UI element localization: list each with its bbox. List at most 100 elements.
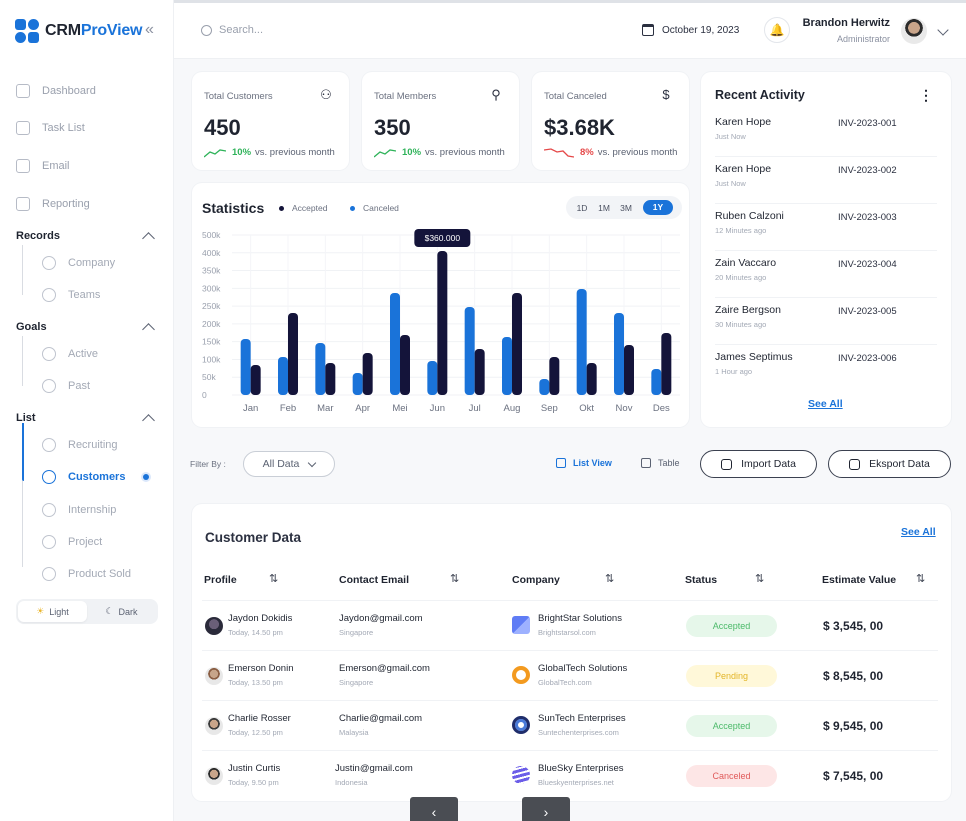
sidebar-item-reporting[interactable]: Reporting <box>16 197 90 211</box>
user-name[interactable]: Brandon Herwitz <box>803 17 890 29</box>
x-tick-label: Mei <box>392 403 407 414</box>
table-row[interactable]: Justin Curtis Today, 9.50 pm Justin@gmai… <box>202 750 938 800</box>
filter-select[interactable]: All Data <box>243 451 335 477</box>
bar-canceled <box>549 357 560 395</box>
chevron-down-icon[interactable] <box>937 24 949 36</box>
customer-data-title: Customer Data <box>205 530 302 545</box>
customer-email[interactable]: Emerson@gmail.com <box>339 663 430 674</box>
status-badge: Accepted <box>686 615 777 637</box>
customer-name: Jaydon Dokidis <box>228 613 293 624</box>
sidebar-item-past[interactable]: Past <box>42 379 90 393</box>
y-tick-label: 0 <box>202 390 207 400</box>
chevron-up-icon[interactable] <box>142 414 155 427</box>
list-item[interactable]: Zaire Bergson 30 Minutes ago INV-2023-005 <box>715 298 937 345</box>
list-item[interactable]: James Septimus 1 Hour ago INV-2023-006 <box>715 345 937 392</box>
brand-logo[interactable]: CRMProView <box>15 19 142 43</box>
see-all-activity-link[interactable]: See All <box>808 398 843 410</box>
sort-icon[interactable]: ⇅ <box>755 572 764 585</box>
y-tick-label: 150k <box>202 337 221 347</box>
column-header-email[interactable]: Contact Email <box>339 574 409 586</box>
section-title-goals[interactable]: Goals <box>16 321 47 333</box>
brightstar-logo-icon <box>512 616 530 634</box>
sidebar-item-internship[interactable]: Internship <box>42 503 116 517</box>
brand-name: CRMProView <box>45 22 143 39</box>
theme-dark-button[interactable]: ☾ Dark <box>87 601 156 622</box>
customer-email[interactable]: Charlie@gmail.com <box>339 713 422 724</box>
sidebar-item-dashboard[interactable]: Dashboard <box>16 84 96 98</box>
sidebar-item-recruiting[interactable]: Recruiting <box>42 438 118 452</box>
import-data-button[interactable]: Import Data <box>700 450 817 478</box>
notification-bell-icon[interactable]: 🔔 <box>764 17 790 43</box>
sidebar-item-teams[interactable]: Teams <box>42 288 100 302</box>
export-data-button[interactable]: Eksport Data <box>828 450 951 478</box>
sidebar-item-company[interactable]: Company <box>42 256 115 270</box>
chevron-up-icon[interactable] <box>142 323 155 336</box>
sidebar-item-product-sold[interactable]: Product Sold <box>42 567 131 581</box>
bar-accepted <box>614 313 624 395</box>
search-icon <box>201 24 212 36</box>
x-tick-label: Feb <box>280 403 296 414</box>
column-header-estimate-value[interactable]: Estimate Value <box>822 574 896 586</box>
section-title-records[interactable]: Records <box>16 230 60 242</box>
building-icon <box>42 256 56 270</box>
avatar[interactable] <box>901 18 927 44</box>
sidebar-item-project[interactable]: Project <box>42 535 102 549</box>
table-row[interactable]: Jaydon Dokidis Today, 14.50 pm Jaydon@gm… <box>202 600 938 650</box>
chart-tooltip-label: $360.000 <box>425 233 461 243</box>
box-icon <box>42 567 56 581</box>
dollar-icon: $ <box>662 87 670 102</box>
column-header-profile[interactable]: Profile <box>204 574 237 586</box>
customer-email[interactable]: Jaydon@gmail.com <box>339 613 423 624</box>
kpi-title: Total Canceled <box>544 91 607 102</box>
sort-icon[interactable]: ⇅ <box>450 572 459 585</box>
section-title-list[interactable]: List <box>16 412 36 424</box>
previous-arrow-button[interactable]: ‹ <box>410 797 458 821</box>
kpi-card-total-customers: Total Customers ⚇ 450 10% vs. previous mo… <box>192 72 349 170</box>
kpi-value: $3.68K <box>544 115 615 140</box>
bar-accepted <box>651 369 662 395</box>
sidebar-item-active[interactable]: Active <box>42 347 98 361</box>
table-icon <box>641 458 651 468</box>
list-view-button[interactable]: List View <box>556 458 612 468</box>
sidebar-item-task-list[interactable]: Task List <box>16 121 85 135</box>
customer-location: Singapore <box>339 678 374 687</box>
bar-accepted <box>539 379 550 395</box>
x-tick-label: Jul <box>469 403 481 414</box>
customer-email[interactable]: Justin@gmail.com <box>335 763 413 774</box>
next-arrow-button[interactable]: › <box>522 797 570 821</box>
bar-canceled <box>474 349 485 395</box>
more-options-icon[interactable]: ⋮ <box>919 87 933 104</box>
estimate-value: $ 7,545, 00 <box>823 769 884 783</box>
x-tick-label: Okt <box>579 403 594 414</box>
table-view-button[interactable]: Table <box>641 458 680 468</box>
column-header-company[interactable]: Company <box>512 574 560 586</box>
sort-icon[interactable]: ⇅ <box>605 572 614 585</box>
chevron-up-icon[interactable] <box>142 232 155 245</box>
filter-label: Filter By : <box>190 459 226 469</box>
table-row[interactable]: Emerson Donin Today, 13.50 pm Emerson@gm… <box>202 650 938 700</box>
bar-accepted <box>427 361 438 395</box>
recent-activity-title: Recent Activity <box>715 88 805 102</box>
bar-canceled <box>325 363 336 395</box>
list-item[interactable]: Karen Hope Just Now INV-2023-001 <box>715 110 937 157</box>
list-item[interactable]: Zain Vaccaro 20 Minutes ago INV-2023-004 <box>715 251 937 298</box>
current-date[interactable]: October 19, 2023 <box>642 24 739 36</box>
see-all-customers-link[interactable]: See All <box>901 526 936 538</box>
list-item[interactable]: Ruben Calzoni 12 Minutes ago INV-2023-003 <box>715 204 937 251</box>
column-header-status[interactable]: Status <box>685 574 717 586</box>
collapse-sidebar-icon[interactable]: « <box>145 21 154 39</box>
list-item[interactable]: Karen Hope Just Now INV-2023-002 <box>715 157 937 204</box>
sort-icon[interactable]: ⇅ <box>916 572 925 585</box>
avatar <box>205 767 223 785</box>
trend-down-icon <box>544 147 574 158</box>
table-row[interactable]: Charlie Rosser Today, 12.50 pm Charlie@g… <box>202 700 938 750</box>
sidebar-item-email[interactable]: Email <box>16 159 70 173</box>
sidebar-item-customers[interactable]: Customers <box>42 470 125 484</box>
sort-icon[interactable]: ⇅ <box>269 572 278 585</box>
search-input[interactable]: Search... <box>201 24 263 36</box>
x-tick-label: Des <box>653 403 670 414</box>
theme-light-button[interactable]: ☀ Light <box>18 601 87 622</box>
chevron-down-icon <box>308 458 317 467</box>
kpi-card-total-members: Total Members ⚲ 350 10% vs. previous mont… <box>362 72 519 170</box>
company-domain: Brightstarsol.com <box>538 628 596 637</box>
